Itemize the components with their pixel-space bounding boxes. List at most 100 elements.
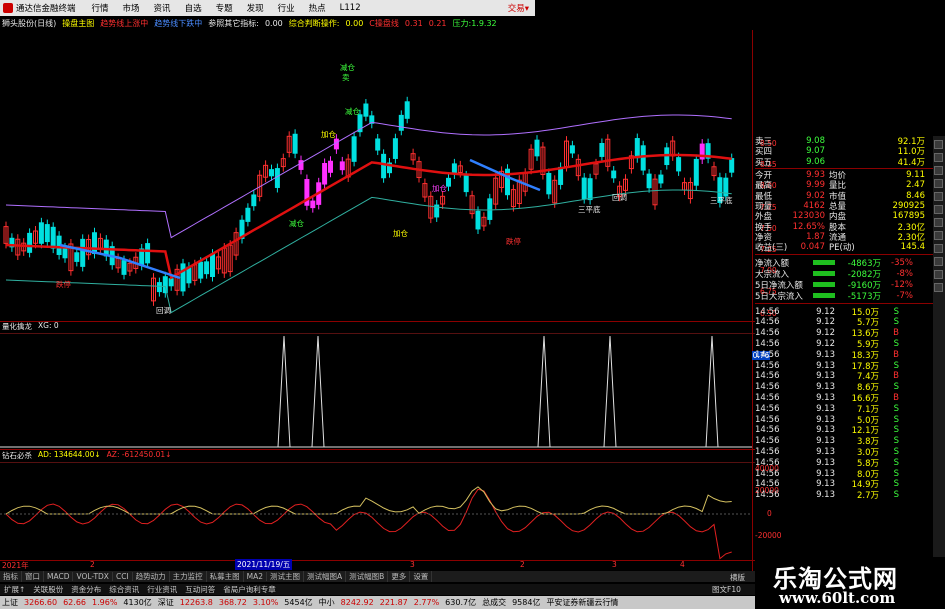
tick-row: 14:56 9.13 5.8万 S xyxy=(755,457,933,469)
tick-row: 14:56 9.13 12.1万 S xyxy=(755,425,933,436)
quote-value2: 2.30亿 xyxy=(897,232,925,243)
candle-body xyxy=(363,103,369,117)
quote-value: 9.99 xyxy=(806,180,825,191)
quote-value2: 2.47 xyxy=(906,180,925,191)
info-tab[interactable]: 行业资讯 xyxy=(143,584,181,595)
candle-body xyxy=(27,232,33,253)
tool-icon[interactable] xyxy=(934,283,943,292)
date-label: 4 xyxy=(680,560,685,569)
sz-value: 12263.8 xyxy=(179,598,213,607)
zx-value: 8242.92 xyxy=(340,598,374,607)
resistance-line xyxy=(5,114,732,239)
menu-quote[interactable]: 行情 xyxy=(92,2,109,14)
indicator-tab[interactable]: MACD xyxy=(44,572,74,581)
sz-label: 深证 xyxy=(157,598,174,607)
info-tab[interactable]: 扩展↑ xyxy=(0,584,29,595)
tool-icon[interactable] xyxy=(934,244,943,253)
menu-hot[interactable]: 热点 xyxy=(309,2,326,14)
menu-l2[interactable]: L112 xyxy=(340,3,361,13)
annotation-triple-bottom: 三平底 xyxy=(710,196,733,205)
zx-label: 中小 xyxy=(318,598,335,607)
tick-row: 14:56 9.13 16.6万 B xyxy=(755,393,933,404)
tool-icon[interactable] xyxy=(934,205,943,214)
quote-value: 12.65% xyxy=(792,221,825,232)
menu-news[interactable]: 资讯 xyxy=(154,2,171,14)
candle-body xyxy=(676,157,682,172)
right-toolbar xyxy=(933,136,945,582)
layout-toggle[interactable]: 横版 xyxy=(730,572,745,583)
indicator-tab[interactable]: 窗口 xyxy=(22,571,44,582)
sub1-title[interactable]: 量化擒龙 xyxy=(2,321,32,332)
sub2-title[interactable]: 钻石必杀 xyxy=(2,450,32,461)
kline-chart-area[interactable] xyxy=(0,30,755,571)
info-tab[interactable]: 省局户询利专章 xyxy=(219,584,280,595)
trend-down-label: 趋势线下跌中 xyxy=(154,18,203,28)
info-tab[interactable]: 资金分布 xyxy=(67,584,105,595)
candle-body xyxy=(210,253,215,277)
indicator-tab[interactable]: 私募主图 xyxy=(207,571,244,582)
indicator-tab[interactable]: 趋势动力 xyxy=(133,571,170,582)
tool-icon[interactable] xyxy=(934,179,943,188)
xg-spike xyxy=(603,335,617,448)
tool-icon[interactable] xyxy=(934,218,943,227)
info-tab[interactable]: 综合资讯 xyxy=(105,584,143,595)
indicator-tab[interactable]: 主力监控 xyxy=(170,571,207,582)
quote-value: 0.047 xyxy=(800,242,825,253)
tool-icon[interactable] xyxy=(934,257,943,266)
indicator-tab[interactable]: VOL-TDX xyxy=(73,572,113,581)
tick-direction: S xyxy=(893,457,899,468)
tick-direction: S xyxy=(893,339,899,350)
quote-label: 收益(三) xyxy=(755,243,788,254)
menu-watchlist[interactable]: 自选 xyxy=(185,2,202,14)
f10-tab[interactable]: 图文F10 xyxy=(712,584,741,595)
indicator-tab[interactable]: 测试主图 xyxy=(267,571,305,582)
tick-price: 9.12 xyxy=(816,339,835,350)
info-tab[interactable]: 关联股份 xyxy=(29,584,67,595)
stock-name[interactable]: 狮头股份(日线) xyxy=(2,18,56,29)
indicator-tab[interactable]: 设置 xyxy=(410,571,433,582)
tick-price: 9.13 xyxy=(816,457,835,468)
total-label: 总成交 xyxy=(482,598,507,607)
quote-value: 9.06 xyxy=(806,156,825,167)
pressure-label: 压力:1.9.32 xyxy=(452,18,497,28)
tool-icon[interactable] xyxy=(934,231,943,240)
indicator-tab[interactable]: 测试幅图A xyxy=(304,571,347,582)
candle-body xyxy=(251,194,257,207)
trade-button[interactable]: 交易▾ xyxy=(508,2,529,14)
candle-body xyxy=(339,161,345,171)
tick-direction: S xyxy=(893,382,899,393)
candle-body xyxy=(646,173,652,189)
info-tab[interactable]: 互动问答 xyxy=(181,584,219,595)
opline-value2: 0.21 xyxy=(428,18,447,28)
tool-icon[interactable] xyxy=(934,270,943,279)
menu-market[interactable]: 市场 xyxy=(123,2,140,14)
tool-icon[interactable] xyxy=(934,153,943,162)
opline-label: C操盘线 xyxy=(369,18,399,28)
news-ticker[interactable]: 平安证券新疆云行情 xyxy=(546,597,618,608)
xg-spike xyxy=(537,335,551,448)
annotation-mark: 回调 xyxy=(156,306,171,315)
tick-direction: S xyxy=(893,403,899,414)
tick-row: 14:56 9.12 15.0万 S xyxy=(755,306,933,318)
menu-industry[interactable]: 行业 xyxy=(278,2,295,14)
indicator-tab[interactable]: 指标 xyxy=(0,571,22,582)
menu-topic[interactable]: 专题 xyxy=(216,2,233,14)
tool-icon[interactable] xyxy=(934,166,943,175)
tool-icon[interactable] xyxy=(934,192,943,201)
indicator-tab[interactable]: MA2 xyxy=(244,572,268,581)
tick-direction: S xyxy=(893,468,899,479)
indicator-tab[interactable]: CCI xyxy=(113,572,133,581)
menu-discover[interactable]: 发现 xyxy=(247,2,264,14)
sh-pct: 1.96% xyxy=(92,598,118,607)
date-label: 2 xyxy=(90,560,95,569)
indicator-info-bar: 狮头股份(日线) 操盘主图 趋势线上涨中 趋势线下跌中 参照其它指标: 0.00… xyxy=(0,16,535,30)
indicator-tab[interactable]: 更多 xyxy=(388,571,411,582)
zx-change: 221.87 xyxy=(379,598,408,607)
indicator-name[interactable]: 操盘主图 xyxy=(62,18,94,29)
tick-price: 9.13 xyxy=(816,447,835,458)
candle-body xyxy=(162,276,168,294)
indicator-tab[interactable]: 测试幅图B xyxy=(346,571,389,582)
tool-icon[interactable] xyxy=(934,140,943,149)
date-label: 2021年 xyxy=(2,561,29,570)
info-tabs: 扩展↑ 关联股份 资金分布 综合资讯 行业资讯 互动问答 省局户询利专章 xyxy=(0,584,755,595)
